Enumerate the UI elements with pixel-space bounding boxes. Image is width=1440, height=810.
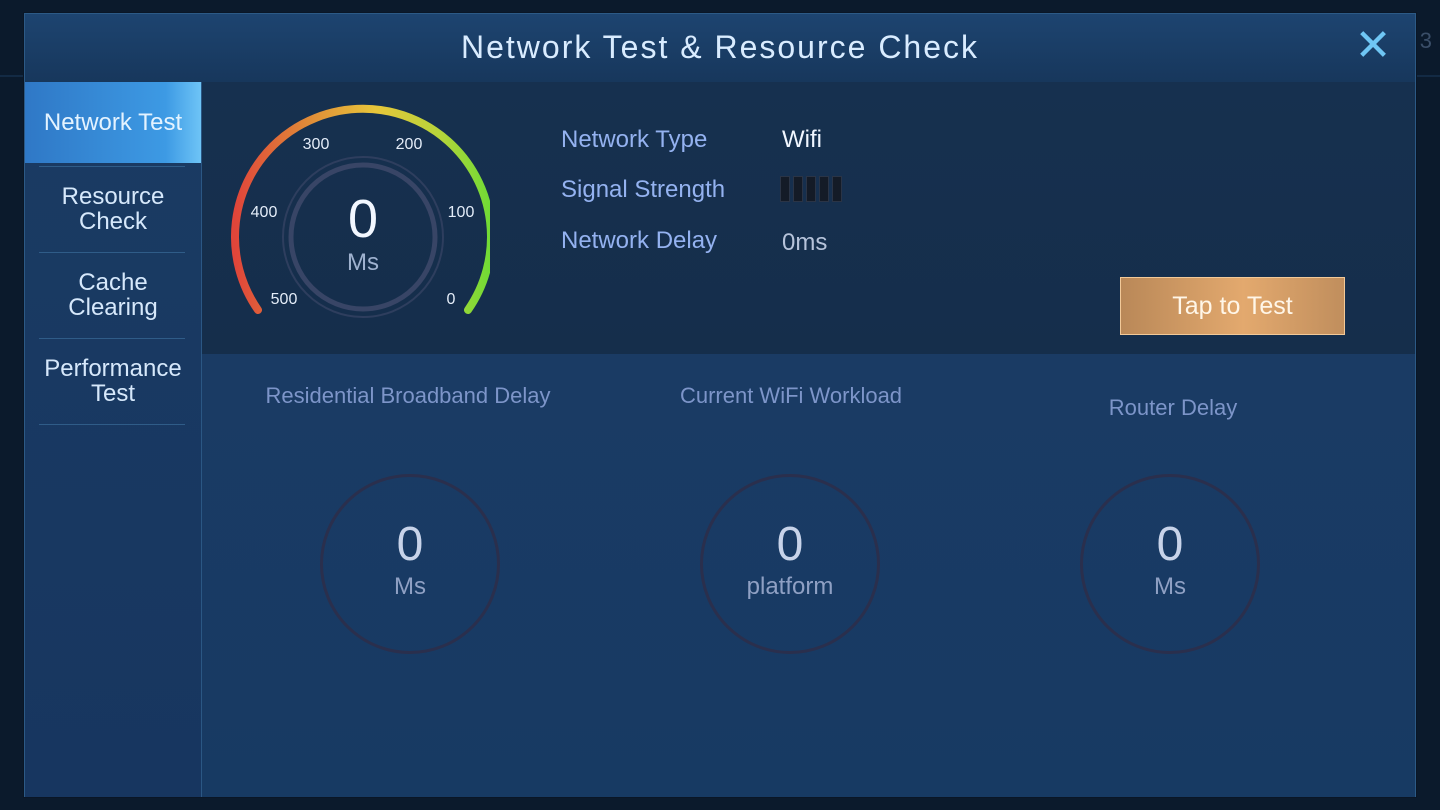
signal-bar: [793, 176, 803, 202]
background-line: [1416, 75, 1440, 77]
network-type-label: Network Type: [561, 126, 708, 153]
network-delay-label: Network Delay: [561, 227, 718, 254]
metric-value-broadband: 0: [396, 518, 424, 571]
sidebar-item-label: Network Test: [43, 109, 183, 136]
metric-unit-broadband: Ms: [394, 573, 426, 600]
metric-value-wifi-workload: 0: [776, 518, 804, 571]
sidebar-item-label: Resource Check: [61, 183, 165, 235]
gauge-tick-label: 400: [251, 204, 278, 221]
close-icon[interactable]: ✕: [1349, 22, 1397, 70]
signal-bar: [806, 176, 816, 202]
gauge-unit: Ms: [347, 249, 379, 276]
gauge-tick-label: 100: [448, 204, 475, 221]
metric-title-broadband: Residential Broadband Delay: [265, 383, 551, 408]
sidebar-item-label: Performance Test: [44, 355, 182, 407]
sidebar-item-label: Cache Clearing: [68, 269, 158, 321]
signal-bar: [832, 176, 842, 202]
gauge-value: 0: [348, 189, 378, 249]
gauge-tick-label: 300: [303, 136, 330, 153]
sidebar-item-performance-test[interactable]: Performance Test: [25, 339, 201, 423]
dialog-title: Network Test & Resource Check: [460, 29, 980, 65]
background-line: [0, 75, 24, 77]
background-edge-text: 3: [1419, 28, 1432, 53]
dialog-title-bar: Network Test & Resource Check ✕: [25, 14, 1415, 83]
gauge-tick-label: 0: [447, 291, 456, 308]
signal-strength-label: Signal Strength: [561, 176, 726, 203]
signal-strength-bars: [780, 176, 842, 202]
sidebar-item-network-test[interactable]: Network Test: [25, 82, 201, 163]
network-type-value: Wifi: [782, 126, 822, 153]
metric-unit-wifi-workload: platform: [746, 573, 834, 600]
metric-unit-router-delay: Ms: [1154, 573, 1186, 600]
sidebar-item-resource-check[interactable]: Resource Check: [25, 167, 201, 251]
sidebar-item-cache-clearing[interactable]: Cache Clearing: [25, 253, 201, 337]
gauge-tick-label: 200: [396, 136, 423, 153]
sidebar-divider: [39, 424, 185, 425]
delay-gauge: 500 400 300 200 100 0 0 Ms: [231, 104, 490, 318]
network-delay-value: 0ms: [782, 229, 828, 256]
signal-bar: [819, 176, 829, 202]
tap-to-test-button[interactable]: Tap to Test: [1120, 277, 1345, 335]
metric-title-wifi-workload: Current WiFi Workload: [679, 383, 903, 408]
gauge-tick-label: 500: [271, 291, 298, 308]
metric-value-router-delay: 0: [1156, 518, 1184, 571]
sidebar-nav: Network Test Resource Check Cache Cleari…: [25, 82, 202, 797]
metric-title-router-delay: Router Delay: [1108, 395, 1238, 420]
signal-bar: [780, 176, 790, 202]
